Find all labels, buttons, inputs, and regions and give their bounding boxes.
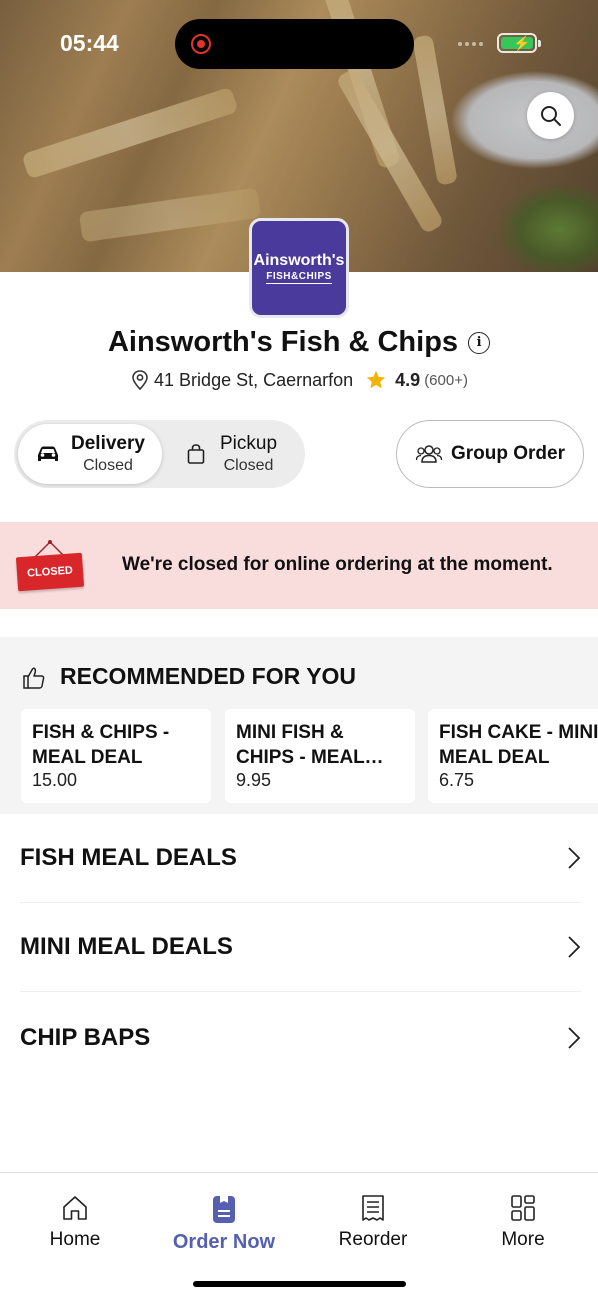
recommended-card[interactable]: FISH CAKE - MINI MEAL DEAL 6.75 — [428, 709, 598, 803]
category-label: FISH MEAL DEALS — [20, 844, 237, 871]
closed-sign-icon: CLOSED — [15, 552, 85, 592]
recommended-item-name: FISH CAKE - MINI MEAL DEAL — [439, 722, 598, 768]
tab-home[interactable]: Home — [15, 1193, 135, 1251]
order-mode-toggle: Delivery Closed Pickup Closed — [14, 420, 305, 488]
group-icon — [415, 445, 443, 463]
restaurant-address: 41 Bridge St, Caernarfon — [154, 369, 354, 390]
status-time: 05:44 — [60, 30, 119, 56]
tab-home-label: Home — [49, 1229, 101, 1250]
recommended-item-name: FISH & CHIPS - MEAL DEAL — [32, 722, 170, 768]
recommended-card[interactable]: MINI FISH & CHIPS - MEAL DEAL 9.95 — [225, 709, 415, 803]
car-icon — [38, 446, 58, 461]
home-icon — [63, 1196, 87, 1220]
star-icon — [366, 370, 386, 389]
chevron-right-icon — [568, 936, 581, 958]
category-label: MINI MEAL DEALS — [20, 933, 233, 960]
delivery-label: Delivery — [71, 433, 145, 454]
recommended-card[interactable]: FISH & CHIPS - MEAL DEAL 15.00 — [21, 709, 211, 803]
delivery-option[interactable]: Delivery Closed — [18, 424, 162, 484]
tab-more-label: More — [501, 1229, 545, 1250]
restaurant-logo: Ainsworth's FISH&CHIPS — [249, 218, 349, 318]
search-icon — [540, 105, 561, 126]
restaurant-name-row: Ainsworth's Fish & Chips i — [0, 326, 598, 359]
category-row[interactable]: MINI MEAL DEALS — [20, 903, 582, 992]
group-order-label: Group Order — [450, 443, 565, 464]
rating-value: 4.9 — [395, 369, 421, 390]
tab-reorder[interactable]: Reorder — [313, 1193, 433, 1251]
chevron-right-icon — [568, 1026, 581, 1049]
group-order-button[interactable]: Group Order — [396, 420, 584, 488]
address-row: 41 Bridge St, Caernarfon 4.9 (600+) — [0, 369, 598, 391]
recommended-item-price: 6.75 — [439, 770, 475, 790]
thumbs-up-icon — [23, 667, 45, 689]
delivery-status: Closed — [83, 457, 133, 474]
pickup-status: Closed — [223, 457, 274, 474]
rating-count: (600+) — [424, 371, 468, 389]
recommended-title: RECOMMENDED FOR YOU — [60, 663, 357, 689]
recommended-item-name: MINI FISH & CHIPS - MEAL DEAL — [236, 722, 365, 768]
info-icon[interactable]: i — [468, 331, 491, 354]
recommended-item-price: 9.95 — [236, 770, 272, 790]
tab-more[interactable]: More — [463, 1193, 583, 1251]
signal-icon — [458, 42, 483, 46]
restaurant-name: Ainsworth's Fish & Chips — [107, 326, 459, 358]
dynamic-island — [175, 19, 414, 69]
pickup-option[interactable]: Pickup Closed — [182, 424, 302, 484]
pickup-label: Pickup — [220, 433, 278, 454]
grid-icon — [511, 1195, 535, 1221]
tab-reorder-label: Reorder — [338, 1229, 408, 1250]
recording-icon — [191, 34, 211, 54]
battery-icon: ⚡ — [497, 33, 541, 53]
chevron-right-icon — [568, 847, 581, 869]
category-row[interactable]: FISH MEAL DEALS — [20, 814, 582, 903]
recommended-item-price: 15.00 — [32, 770, 78, 790]
category-row[interactable]: CHIP BAPS — [20, 993, 582, 1082]
tab-order-now[interactable]: Order Now — [164, 1193, 284, 1254]
logo-text-line2: FISH&CHIPS — [266, 271, 332, 284]
search-button[interactable] — [527, 92, 574, 139]
location-pin-icon — [132, 370, 148, 391]
shopping-bag-icon — [187, 444, 205, 464]
category-label: CHIP BAPS — [20, 1023, 151, 1051]
order-icon — [213, 1196, 235, 1223]
home-indicator — [193, 1281, 406, 1287]
tab-order-now-label: Order Now — [172, 1231, 276, 1253]
closed-message: We're closed for online ordering at the … — [122, 554, 553, 575]
logo-text-line1: Ainsworth's — [253, 252, 345, 269]
receipt-icon — [362, 1195, 384, 1221]
